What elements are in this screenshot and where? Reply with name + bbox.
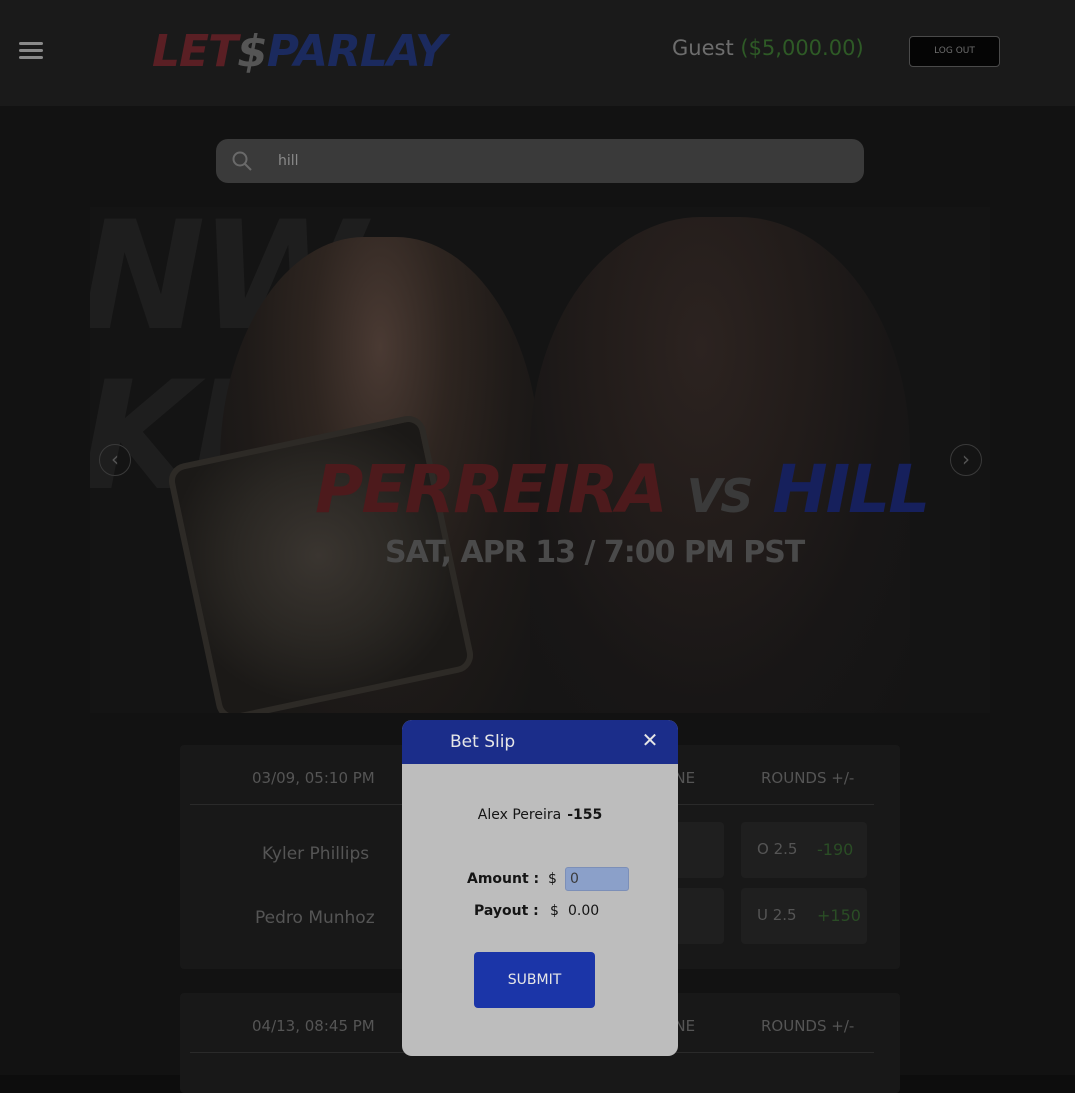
payout-currency: $ xyxy=(550,903,559,919)
close-icon[interactable]: ✕ xyxy=(640,728,660,752)
payout-label: Payout : xyxy=(474,903,539,919)
amount-currency: $ xyxy=(548,871,557,887)
amount-input[interactable] xyxy=(565,867,629,891)
amount-label: Amount : xyxy=(467,871,540,887)
bet-slip-header: Bet Slip ✕ xyxy=(402,720,678,764)
submit-button[interactable]: SUBMIT xyxy=(474,952,595,1008)
payout-value: 0.00 xyxy=(568,903,600,919)
selection-name: Alex Pereira xyxy=(477,807,562,823)
bet-slip-title: Bet Slip xyxy=(450,732,516,752)
bet-slip-modal: Bet Slip ✕ Alex Pereira -155 Amount : $ P… xyxy=(402,720,678,1056)
bet-selection: Alex Pereira -155 xyxy=(402,807,678,823)
selection-odds: -155 xyxy=(567,807,603,823)
